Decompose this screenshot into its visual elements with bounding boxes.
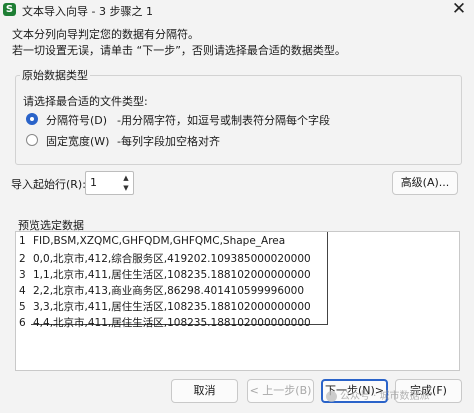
stepper-down-icon[interactable]: ▼ — [120, 183, 132, 193]
preview-row: 3 1,1,北京市,411,居住生活区,108235.18810200000000… — [19, 267, 311, 283]
advanced-button[interactable]: 高级(A)... — [392, 171, 458, 195]
preview-row: 5 3,3,北京市,411,居住生活区,108235.18810200000000… — [19, 299, 311, 315]
intro-line-2: 若一切设置无误，请单击 “下一步”，否则请选择最合适的数据类型。 — [12, 44, 346, 57]
preview-row-number: 2 — [19, 253, 26, 265]
close-icon[interactable]: ✕ — [450, 1, 468, 19]
preview-row-text: 1,1,北京市,411,居住生活区,108235.188102000000000 — [33, 269, 311, 281]
watermark-text: 公众号 · 城市数据派 — [340, 391, 430, 402]
preview-row: 4 2,2,北京市,413,商业商务区,86298.401410599996000 — [19, 283, 304, 299]
watermark: 公众号 · 城市数据派 — [326, 387, 430, 402]
preview-row-text: 2,2,北京市,413,商业商务区,86298.401410599996000 — [33, 285, 305, 297]
wechat-icon — [326, 390, 337, 402]
preview-row-text: FID,BSM,XZQMC,GHFQDM,GHFQMC,Shape_Area — [33, 235, 286, 247]
window-title: 文本导入向导 - 3 步骤之 1 — [22, 5, 153, 18]
spreadsheet-app-icon: S — [3, 3, 16, 16]
preview-row-number: 5 — [19, 301, 26, 313]
preview-row-text: 4,4,北京市,411,居住生活区,108235.188102000000000 — [33, 317, 311, 329]
preview-row-text: 3,3,北京市,411,居住生活区,108235.188102000000000 — [33, 301, 311, 313]
radio-unchecked-icon[interactable] — [26, 134, 38, 146]
preview-panel[interactable]: 1 FID,BSM,XZQMC,GHFQDM,GHFQMC,Shape_Area … — [15, 231, 460, 371]
title-bar: S 文本导入向导 - 3 步骤之 1 ✕ — [0, 0, 474, 20]
cancel-button[interactable]: 取消 — [171, 379, 238, 403]
preview-row-number: 6 — [19, 317, 26, 329]
fixed-width-description: -每列字段加空格对齐 — [117, 135, 220, 148]
preview-row-text: 0,0,北京市,412,综合服务区,419202.109385000020000 — [33, 253, 311, 265]
delimited-description: -用分隔字符，如逗号或制表符分隔每个字段 — [117, 114, 330, 127]
back-button[interactable]: < 上一步(B) — [247, 379, 314, 403]
start-row-label: 导入起始行(R): — [11, 178, 86, 191]
preview-row-number: 1 — [19, 235, 26, 247]
fixed-width-radio-label[interactable]: 固定宽度(W) — [46, 133, 109, 149]
preview-row: 6 4,4,北京市,411,居住生活区,108235.18810200000000… — [19, 315, 311, 331]
file-type-prompt: 请选择最合适的文件类型: — [23, 95, 148, 108]
preview-row-number: 4 — [19, 285, 26, 297]
radio-checked-icon[interactable] — [26, 113, 38, 125]
stepper-up-icon[interactable]: ▲ — [120, 173, 132, 183]
start-row-stepper[interactable]: 1 ▲ ▼ — [85, 171, 134, 195]
intro-line-1: 文本分列向导判定您的数据有分隔符。 — [12, 28, 199, 41]
preview-row: 1 FID,BSM,XZQMC,GHFQDM,GHFQMC,Shape_Area — [19, 235, 285, 251]
preview-row: 2 0,0,北京市,412,综合服务区,419202.10938500002000… — [19, 251, 311, 267]
original-type-legend: 原始数据类型 — [20, 67, 90, 83]
preview-row-number: 3 — [19, 269, 26, 281]
delimited-radio-label[interactable]: 分隔符号(D) — [46, 112, 107, 128]
start-row-value[interactable]: 1 — [90, 176, 97, 189]
